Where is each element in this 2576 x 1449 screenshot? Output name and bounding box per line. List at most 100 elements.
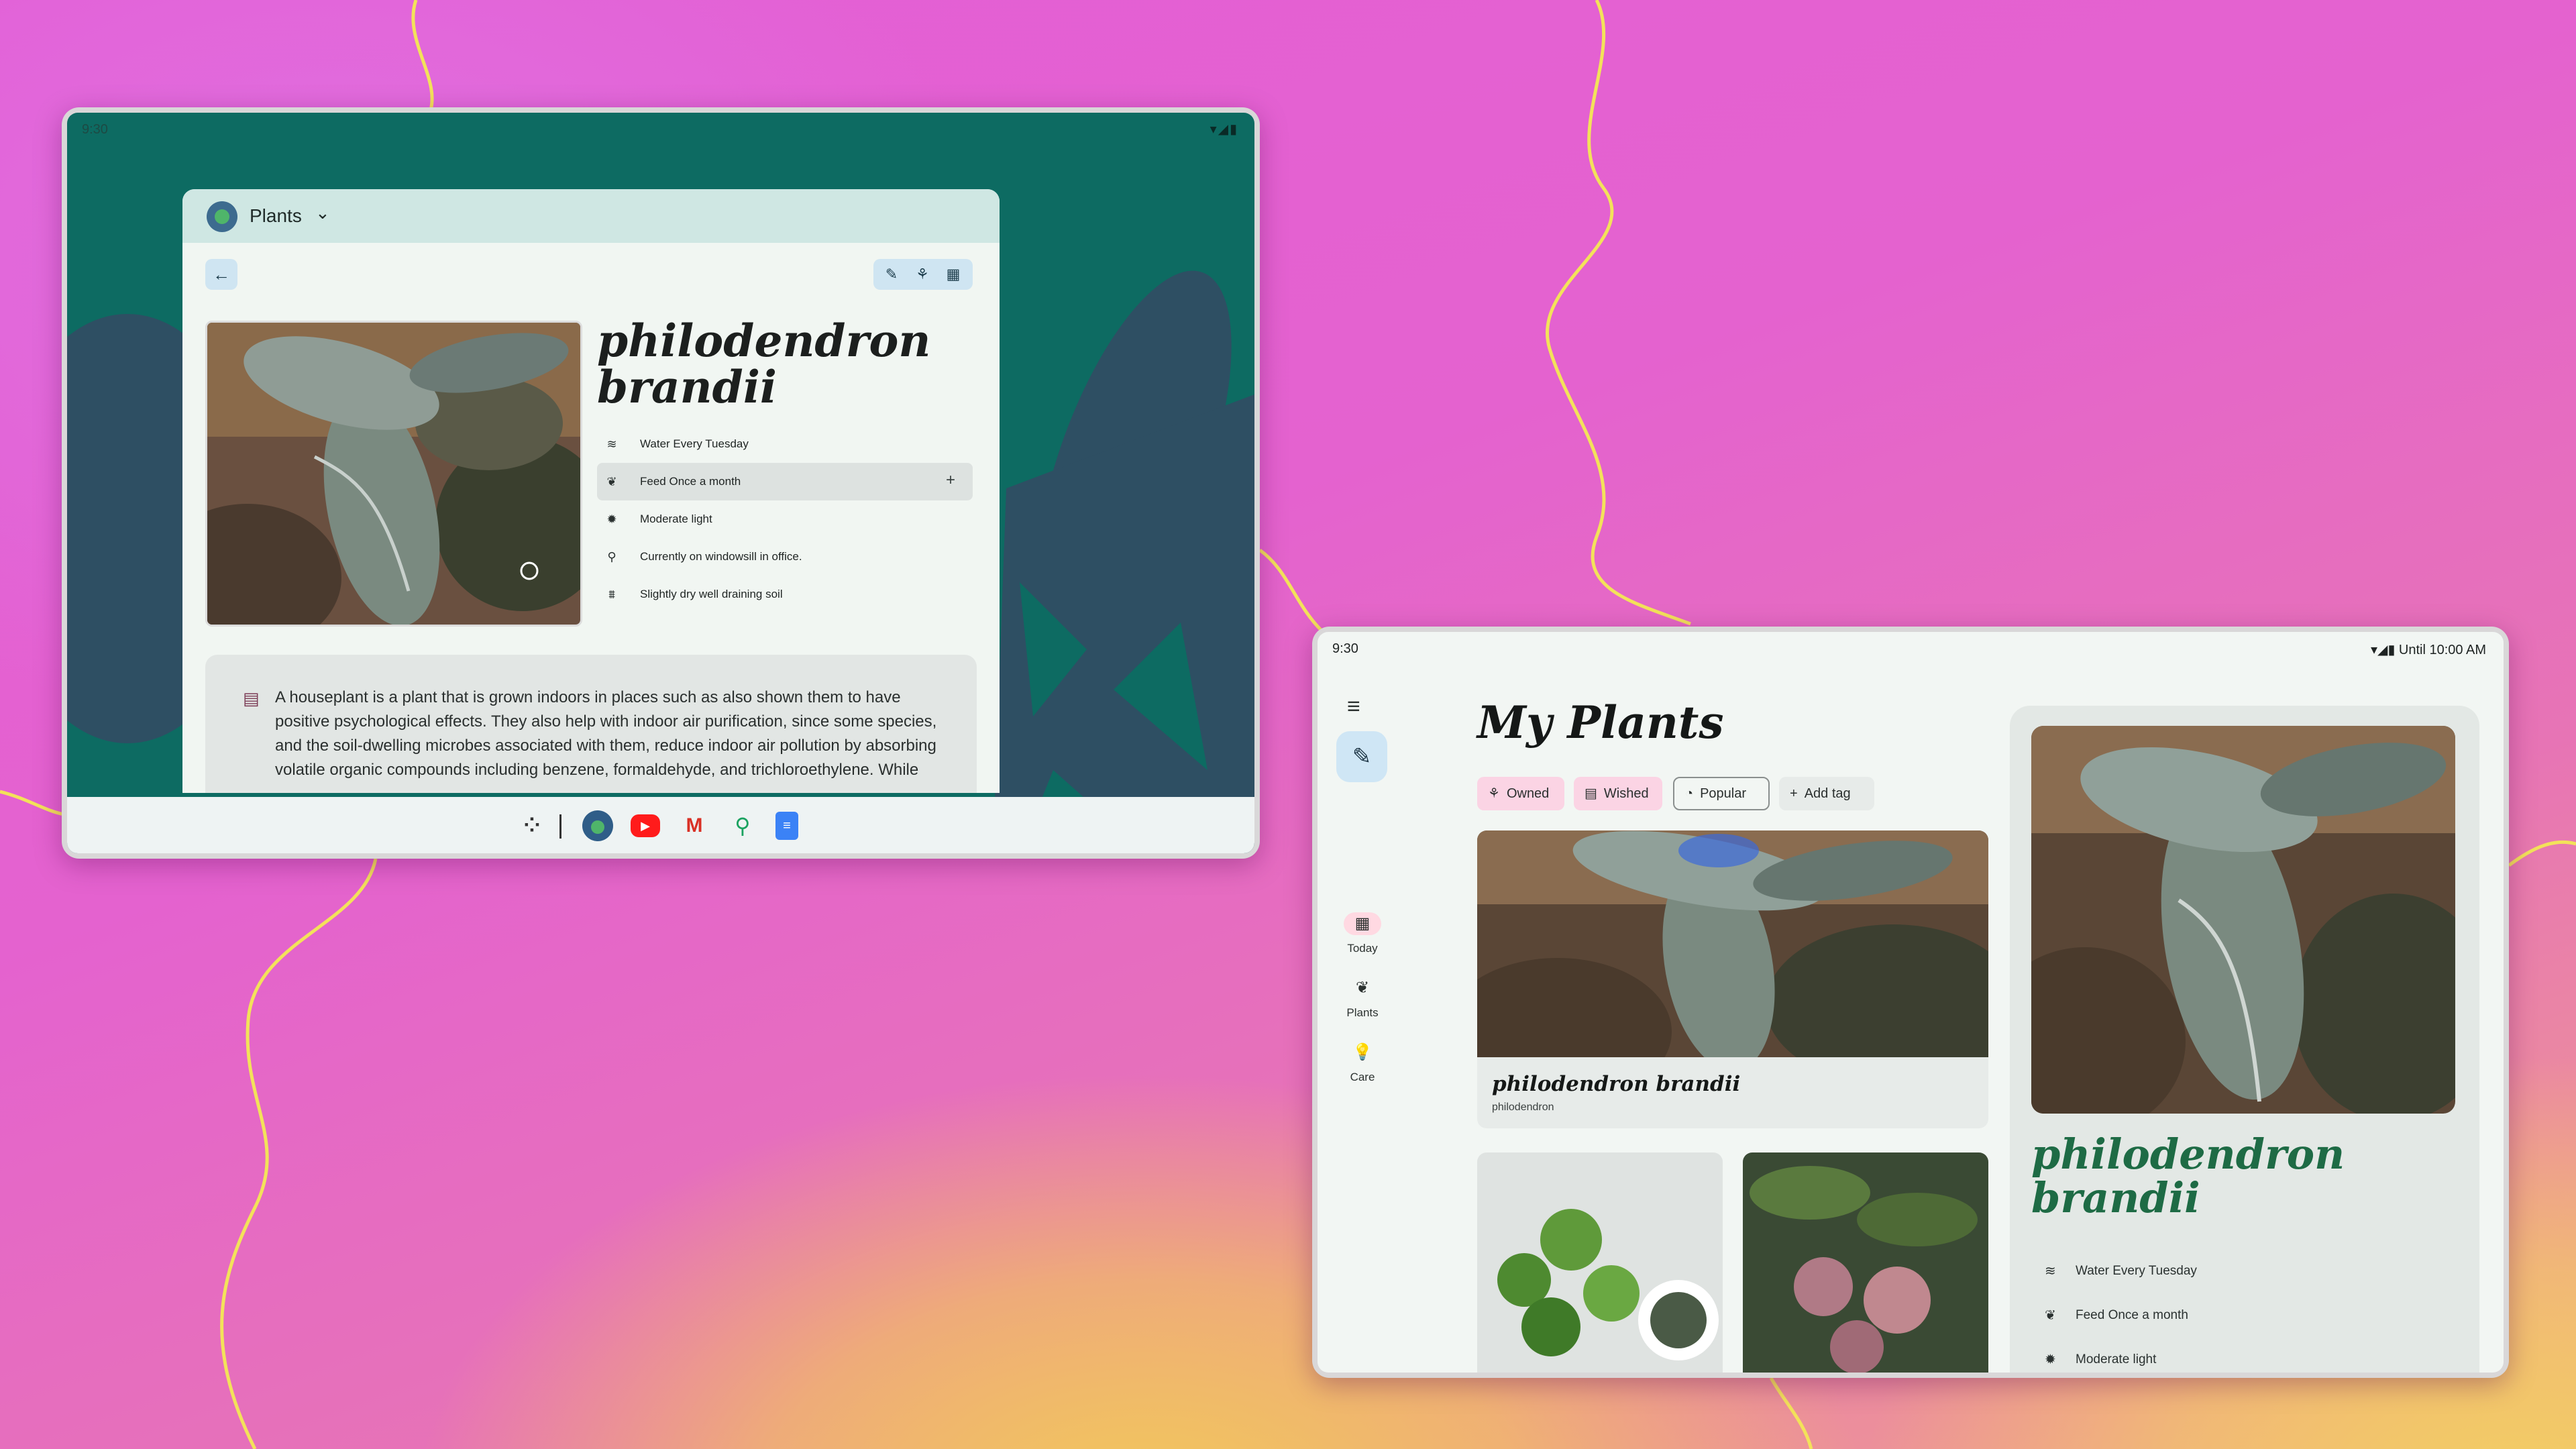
app-titlebar[interactable]: Plants ⌄	[182, 189, 1000, 243]
care-item-water[interactable]: ≋ Water Every Tuesday	[597, 425, 973, 463]
status-bar: 9:30 ▾◢▮	[67, 113, 1254, 142]
chip-add-tag[interactable]: + Add tag	[1779, 777, 1874, 810]
youtube-icon[interactable]: ▶	[631, 814, 660, 837]
care-label: Feed Once a month	[2076, 1308, 2188, 1322]
detail-care-light[interactable]: ✹ Moderate light	[2031, 1338, 2461, 1373]
hoya-photo	[1743, 1152, 1988, 1373]
taskbar: ⁘ ▶ M ⚲ ≡	[67, 797, 1254, 853]
leaf-icon: ❦	[2045, 1308, 2056, 1323]
chip-label: Add tag	[1804, 786, 1851, 801]
plus-icon: +	[1790, 786, 1798, 801]
care-item-soil[interactable]: ⩩ Slightly dry well draining soil	[597, 576, 973, 613]
add-icon[interactable]: +	[946, 471, 955, 490]
status-right: ▾◢▮ Until 10:00 AM	[2371, 641, 2486, 658]
plant-card-photo	[1477, 830, 1988, 1057]
description-text: A houseplant is a plant that is grown in…	[275, 688, 937, 779]
care-item-light[interactable]: ✹ Moderate light	[597, 500, 973, 538]
rail-item-today[interactable]: ▦ Today	[1332, 912, 1393, 955]
care-item-feed[interactable]: ❦ Feed Once a month +	[597, 463, 973, 500]
care-label: Feed Once a month	[640, 475, 741, 488]
detail-plant-name: philodendron brandii	[2031, 1130, 2345, 1223]
care-label: Moderate light	[2076, 1352, 2157, 1366]
plant-card-subtitle: philodendron	[1492, 1102, 1554, 1113]
left-tablet: 9:30 ▾◢▮ Plants ⌄ ← ✎ ⚘ ▦ philodendron b…	[62, 107, 1260, 859]
plants-app-icon[interactable]	[582, 810, 613, 841]
right-tablet-screen: 9:30 ▾◢▮ Until 10:00 AM ≡ ✎ ▦ Today ❦ Pl…	[1318, 632, 2504, 1373]
plants-app-window: Plants ⌄ ← ✎ ⚘ ▦ philodendron brandii ≋ …	[182, 189, 1000, 793]
rail-item-care[interactable]: 💡 Care	[1332, 1041, 1393, 1084]
detail-plant-image	[2031, 726, 2455, 1114]
chip-label: Wished	[1603, 786, 1649, 801]
rail-item-plants[interactable]: ❦ Plants	[1332, 977, 1393, 1020]
plant-card[interactable]: philodendron brandii philodendron	[1477, 830, 1988, 1128]
owned-icon: ⚘	[1488, 786, 1500, 801]
popular-icon: ◔	[1685, 786, 1694, 801]
app-title: Plants	[250, 205, 302, 226]
chevron-down-icon[interactable]: ⌄	[315, 203, 330, 223]
plant-thumb-hoya[interactable]	[1743, 1152, 1988, 1373]
right-tablet: 9:30 ▾◢▮ Until 10:00 AM ≡ ✎ ▦ Today ❦ Pl…	[1312, 627, 2509, 1378]
rail-label: Today	[1347, 942, 1378, 955]
docs-icon[interactable]: ≡	[775, 812, 798, 840]
water-icon: ≋	[2045, 1264, 2056, 1279]
edit-icon[interactable]: ✎	[881, 264, 902, 284]
detail-care-list: ≋ Water Every Tuesday ❦ Feed Once a mont…	[2031, 1249, 2461, 1373]
location-pin-icon: ⚲	[607, 550, 616, 564]
arrow-back-icon: ←	[213, 264, 230, 284]
edit-fab-button[interactable]: ✎	[1336, 731, 1387, 782]
plant-card-image	[1477, 830, 1988, 1057]
wished-icon: ▤	[1585, 786, 1597, 801]
sun-icon: ✹	[606, 513, 617, 526]
leaf-icon: ❦	[1355, 979, 1370, 997]
care-item-location[interactable]: ⚲ Currently on windowsill in office.	[597, 538, 973, 576]
soil-icon: ⩩	[608, 588, 615, 601]
taskbar-divider	[559, 814, 561, 839]
leaf-icon: ❦	[606, 475, 617, 488]
chip-owned[interactable]: ⚘ Owned	[1477, 777, 1564, 810]
care-label: Water Every Tuesday	[2076, 1264, 2197, 1278]
edit-icon: ✎	[1352, 744, 1372, 769]
plants-app-icon	[207, 201, 237, 232]
chip-popular[interactable]: ◔ Popular	[1673, 777, 1770, 810]
status-alarm-text: Until 10:00 AM	[2398, 643, 2486, 657]
description-card: ▤ A houseplant is a plant that is grown …	[205, 655, 977, 793]
care-list: ≋ Water Every Tuesday ❦ Feed Once a mont…	[597, 425, 973, 613]
detail-plant-photo	[2031, 726, 2455, 1114]
detail-care-feed[interactable]: ❦ Feed Once a month	[2031, 1293, 2461, 1338]
toolbar: ✎ ⚘ ▦	[873, 259, 973, 290]
rail-label: Care	[1350, 1071, 1375, 1083]
status-icons: ▾◢▮	[1210, 122, 1238, 137]
plant-thumb-pilea[interactable]	[1477, 1152, 1723, 1373]
bulb-icon: 💡	[1352, 1043, 1373, 1061]
plant-photo-image	[207, 323, 580, 625]
calendar-edit-icon[interactable]: ▦	[943, 264, 963, 284]
plant-pot-icon[interactable]: ⚘	[912, 264, 932, 284]
plant-photo	[205, 321, 582, 627]
launcher-icon[interactable]: ⁘	[517, 810, 547, 841]
gmail-icon[interactable]: M	[679, 810, 710, 841]
document-icon: ▤	[243, 688, 260, 708]
calendar-icon: ▦	[1344, 912, 1381, 935]
care-label: Moderate light	[640, 513, 712, 525]
status-time: 9:30	[82, 122, 108, 137]
detail-care-water[interactable]: ≋ Water Every Tuesday	[2031, 1249, 2461, 1293]
chip-label: Popular	[1700, 786, 1747, 801]
rail-label: Plants	[1346, 1006, 1379, 1019]
detail-pane: philodendron brandii ≋ Water Every Tuesd…	[2010, 706, 2479, 1373]
sun-icon: ✹	[2045, 1352, 2056, 1367]
wifi-signal-battery-icons: ▾◢▮	[2370, 643, 2399, 657]
care-label: Slightly dry well draining soil	[640, 588, 783, 600]
plant-card-title: philodendron brandii	[1492, 1072, 1741, 1096]
back-button[interactable]: ←	[205, 259, 237, 290]
menu-icon[interactable]: ≡	[1347, 694, 1360, 720]
plant-name-heading: philodendron brandii	[597, 315, 931, 414]
page-title: My Plants	[1477, 696, 1724, 749]
chip-wished[interactable]: ▤ Wished	[1574, 777, 1662, 810]
water-icon: ≋	[606, 437, 617, 451]
maps-icon[interactable]: ⚲	[727, 810, 758, 841]
care-label: Currently on windowsill in office.	[640, 550, 802, 563]
left-tablet-screen: 9:30 ▾◢▮ Plants ⌄ ← ✎ ⚘ ▦ philodendron b…	[67, 113, 1254, 853]
status-bar: 9:30 ▾◢▮ Until 10:00 AM	[1318, 632, 2504, 665]
status-time: 9:30	[1332, 641, 1358, 656]
care-label: Water Every Tuesday	[640, 437, 749, 450]
